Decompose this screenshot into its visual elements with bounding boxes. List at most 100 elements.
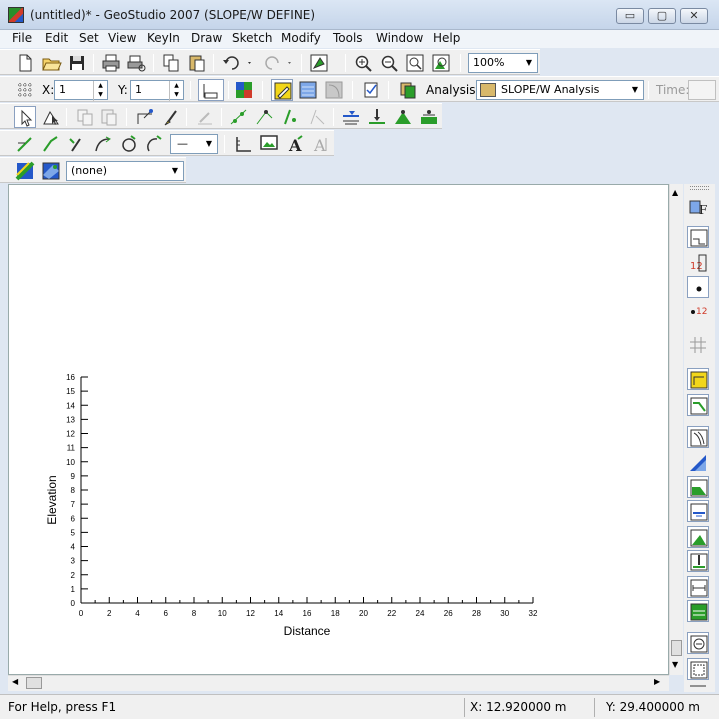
x-grid-input[interactable]: 1 ▲ ▼ — [54, 80, 108, 101]
horizontal-scrollbar[interactable]: ◀ ▶ — [8, 675, 669, 691]
slip-surface-view-button[interactable] — [323, 79, 345, 101]
time-select[interactable] — [688, 80, 716, 100]
keyin-functions-button[interactable]: F — [687, 196, 709, 218]
sketch-text-button[interactable]: A — [284, 133, 306, 155]
keyin-slip-surface-button[interactable] — [687, 426, 709, 448]
keyin-lines-button[interactable] — [687, 394, 709, 416]
copy-objects-button[interactable] — [74, 106, 96, 128]
sketch-arcs-button[interactable] — [144, 133, 166, 155]
define-materials-button[interactable] — [14, 160, 36, 182]
scroll-up-icon[interactable]: ▲ — [672, 188, 678, 197]
keyin-slope-button[interactable] — [687, 476, 709, 498]
keyin-point-load-button[interactable] — [687, 550, 709, 572]
vertical-scroll-thumb[interactable] — [671, 640, 682, 656]
keyin-analysis-settings-button[interactable] — [687, 658, 709, 680]
keyin-more-button[interactable] — [687, 684, 709, 692]
zoom-out-button[interactable] — [378, 52, 400, 74]
show-point-numbers-button[interactable]: 12 — [687, 300, 709, 322]
select-objects-button[interactable] — [40, 106, 62, 128]
sketch-arrows-button[interactable] — [66, 133, 88, 155]
zoom-objects-button[interactable] — [430, 52, 452, 74]
check-data-button[interactable] — [360, 79, 382, 101]
select-mode-button[interactable] — [14, 106, 36, 128]
paste-button[interactable] — [186, 52, 208, 74]
horizontal-scroll-thumb[interactable] — [26, 677, 42, 689]
scroll-left-icon[interactable]: ◀ — [12, 677, 18, 686]
line-style-select[interactable]: — ▼ — [170, 134, 218, 154]
menu-view[interactable]: View — [108, 31, 136, 45]
keyin-materials-button[interactable] — [687, 452, 709, 474]
analysis-select[interactable]: SLOPE/W Analysis ▼ — [476, 80, 644, 100]
menu-draw[interactable]: Draw — [191, 31, 222, 45]
axes-button[interactable] — [198, 79, 224, 101]
edit-point-button[interactable] — [160, 106, 182, 128]
menu-help[interactable]: Help — [433, 31, 460, 45]
print-preview-button[interactable] — [126, 52, 148, 74]
regions-select[interactable]: (none) ▼ — [66, 161, 184, 181]
drawing-canvas[interactable]: 0 2 4 6 8 10 12 14 16 18 20 22 24 26 28 30 32 0 1 2 3 4 5 6 7 8 9 1… — [8, 184, 669, 675]
save-button[interactable] — [66, 52, 88, 74]
sketch-circles-button[interactable] — [118, 133, 140, 155]
point-load-button[interactable] — [366, 106, 388, 128]
sketch-axes-button[interactable] — [232, 133, 254, 155]
y-spin-arrows-icon[interactable]: ▲ ▼ — [169, 81, 183, 101]
draw-points-button[interactable] — [228, 106, 250, 128]
scroll-down-icon[interactable]: ▼ — [672, 660, 678, 669]
keyin-anchors-button[interactable] — [687, 576, 709, 598]
keyin-regions-button[interactable] — [687, 368, 709, 390]
draw-regions-button[interactable] — [254, 106, 276, 128]
zoom-page-button[interactable] — [404, 52, 426, 74]
sketch-curves-button[interactable] — [92, 133, 114, 155]
keyin-reinforcement-button[interactable] — [687, 600, 709, 622]
reinforcement-button[interactable] — [418, 106, 440, 128]
slope-region-button[interactable] — [392, 106, 414, 128]
materials-view-button[interactable] — [297, 79, 319, 101]
draw-lines-button[interactable] — [280, 106, 302, 128]
menu-keyin[interactable]: KeyIn — [147, 31, 180, 45]
menu-modify[interactable]: Modify — [281, 31, 321, 45]
keyin-points-button[interactable] — [687, 226, 709, 248]
menu-sketch[interactable]: Sketch — [232, 31, 272, 45]
print-button[interactable] — [100, 52, 122, 74]
sketch-mode-button[interactable] — [271, 79, 293, 101]
draw-disabled-2-button[interactable] — [306, 106, 328, 128]
show-points-button[interactable] — [687, 276, 709, 298]
draw-disabled-button[interactable] — [194, 106, 216, 128]
assign-materials-button[interactable] — [40, 160, 62, 182]
vertical-scrollbar[interactable]: ▲ ▼ — [669, 184, 683, 675]
sketch-polylines-button[interactable] — [40, 133, 62, 155]
water-table-button[interactable] — [340, 106, 362, 128]
copy-button[interactable] — [160, 52, 182, 74]
contours-button[interactable] — [233, 79, 255, 101]
import-picture-button[interactable] — [258, 133, 280, 155]
maximize-button[interactable]: ▢ — [648, 8, 676, 24]
scroll-right-icon[interactable]: ▶ — [654, 677, 660, 686]
sketch-lines-button[interactable] — [14, 133, 36, 155]
y-grid-input[interactable]: 1 ▲ ▼ — [130, 80, 184, 101]
paste-objects-button[interactable] — [98, 106, 120, 128]
sketch-text-disabled-button[interactable]: A — [310, 133, 332, 155]
keyin-grid-button[interactable] — [687, 334, 709, 356]
zoom-in-button[interactable] — [352, 52, 374, 74]
keyin-pore-water-button[interactable] — [687, 500, 709, 522]
grid-button[interactable] — [14, 79, 36, 101]
keyin-point-numbers-button[interactable]: 12 — [687, 252, 709, 274]
menu-edit[interactable]: Edit — [45, 31, 68, 45]
x-spin-arrows-icon[interactable]: ▲ ▼ — [93, 81, 107, 101]
verify-button[interactable] — [308, 52, 330, 74]
menu-set[interactable]: Set — [79, 31, 99, 45]
open-file-button[interactable] — [40, 52, 62, 74]
new-file-button[interactable] — [14, 52, 36, 74]
undo-button[interactable] — [220, 52, 256, 74]
close-button[interactable]: ✕ — [680, 8, 708, 24]
keyin-ponded-water-button[interactable] — [687, 632, 709, 654]
zoom-combo[interactable]: 100% ▼ — [468, 53, 538, 73]
redo-button[interactable] — [260, 52, 296, 74]
analyses-button[interactable] — [397, 79, 419, 101]
move-points-button[interactable] — [134, 106, 156, 128]
menu-tools[interactable]: Tools — [333, 31, 363, 45]
keyin-pressure-lines-button[interactable] — [687, 526, 709, 548]
minimize-button[interactable]: ▭ — [616, 8, 644, 24]
menu-file[interactable]: File — [12, 31, 32, 45]
menu-window[interactable]: Window — [376, 31, 423, 45]
